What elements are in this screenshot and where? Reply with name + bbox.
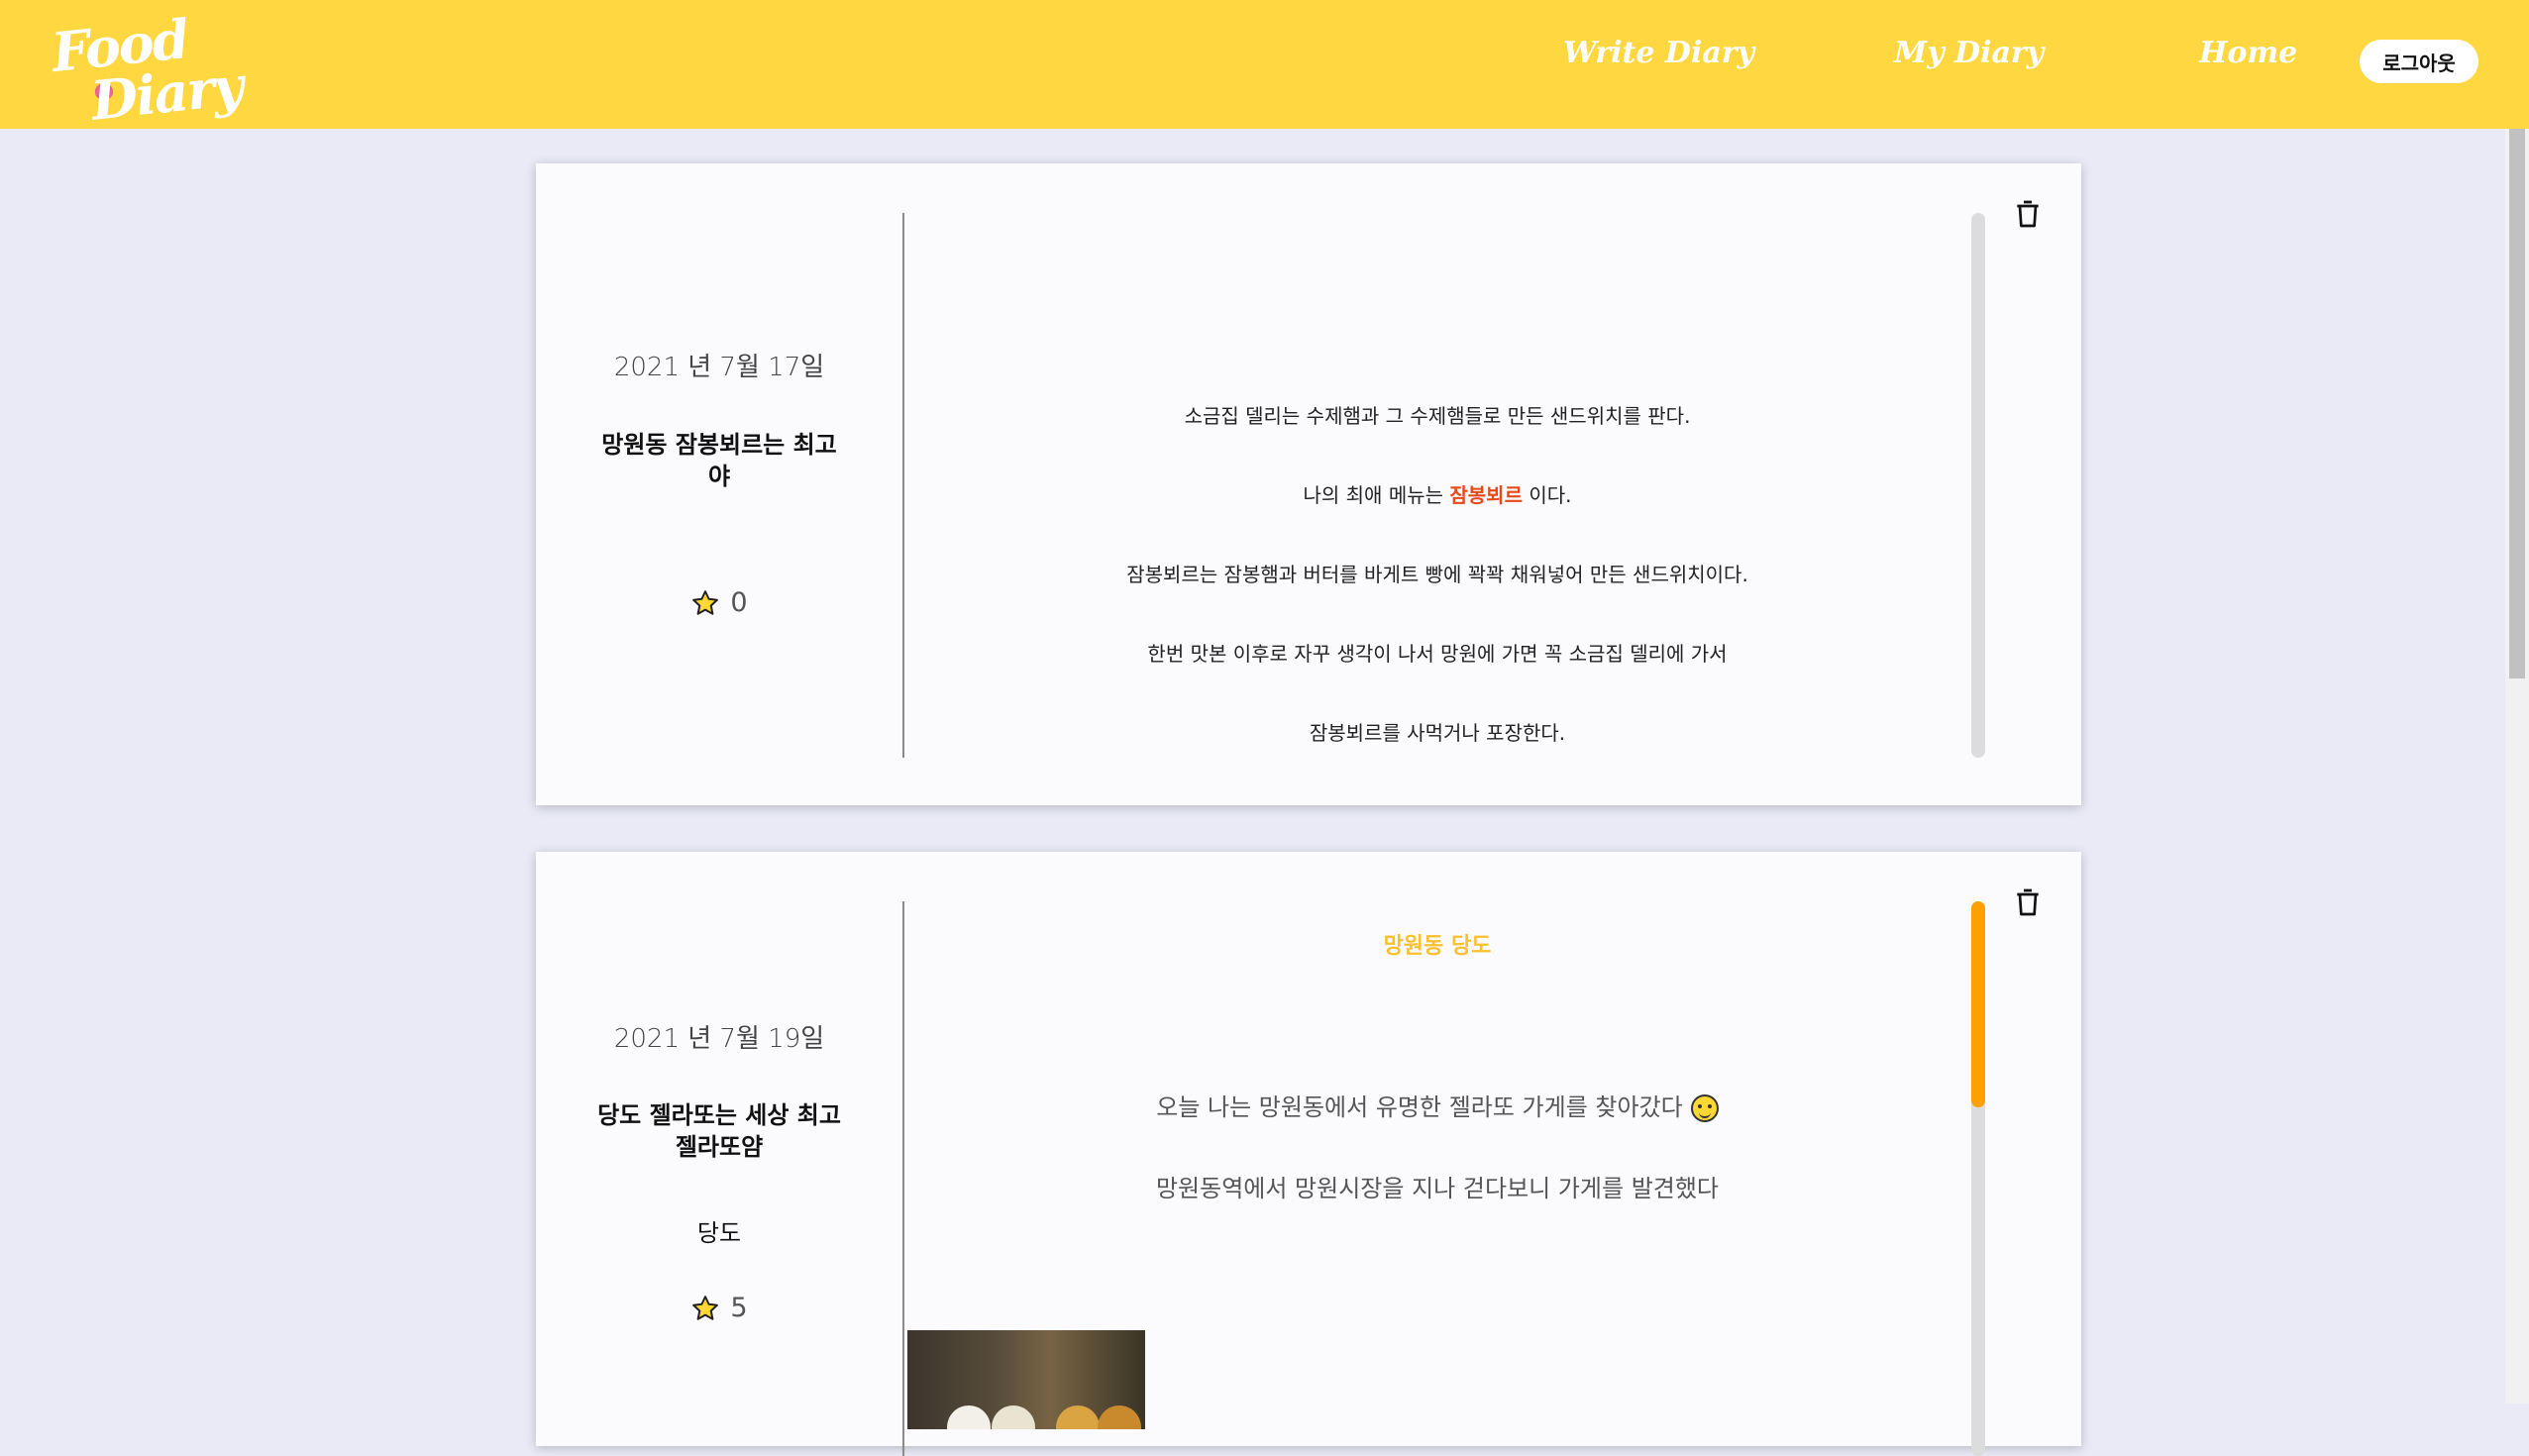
content-text: 이다. xyxy=(1522,483,1572,507)
food-diary-logo[interactable]: Food Diary xyxy=(48,7,245,133)
diary-date: 2021 년 7월 19일 xyxy=(613,1024,825,1054)
diary-place: 당도 xyxy=(696,1219,742,1247)
nav-home[interactable]: Home xyxy=(2199,36,2297,70)
content-scrollbar[interactable] xyxy=(1971,213,1985,758)
top-header: Food Diary Write Diary My Diary Home 로그아… xyxy=(0,0,2529,133)
page-scrollbar-thumb[interactable] xyxy=(2509,129,2525,678)
content-line: 망원동역에서 망원시장을 지나 걷다보니 가게를 발견했다 xyxy=(1155,1175,1720,1202)
diary-card: 2021 년 7월 17일 망원동 잠봉뵈르는 최고야 0 소금집 델리는 수제… xyxy=(536,163,2081,805)
rating-value: 5 xyxy=(730,1293,748,1323)
content-text: 나의 최애 메뉴는 xyxy=(1303,483,1450,507)
content-scrollbar[interactable] xyxy=(1971,901,1985,1456)
trash-icon[interactable] xyxy=(2012,197,2044,231)
diary-content: 소금집 델리는 수제햄과 그 수제햄들로 만든 샌드위치를 판다. 나의 최애 … xyxy=(907,376,1967,773)
content-line: 잠봉뵈르는 잠봉햄과 버터를 바게트 빵에 꽉꽉 채워넣어 만든 샌드위치이다. xyxy=(1126,563,1748,586)
content-line: 오늘 나는 망원동에서 유명한 젤라또 가게를 찾아갔다 xyxy=(907,1088,1967,1122)
nav-my-diary[interactable]: My Diary xyxy=(1894,36,2044,70)
diary-card: 2021 년 7월 19일 당도 젤라또는 세상 최고 젤라또얌 당도 5 망원… xyxy=(536,852,2081,1456)
star-icon xyxy=(692,589,719,615)
photo-detail xyxy=(992,1405,1035,1429)
logout-button[interactable]: 로그아웃 xyxy=(2360,40,2478,83)
photo-detail xyxy=(947,1405,991,1429)
highlighted-menu: 잠봉뵈르 xyxy=(1449,483,1523,507)
column-divider xyxy=(902,901,904,1456)
diary-title: 망원동 잠봉뵈르는 최고야 xyxy=(601,431,837,490)
star-icon xyxy=(692,1295,719,1320)
diary-title: 당도 젤라또는 세상 최고 젤라또얌 xyxy=(597,1101,841,1161)
photo-detail xyxy=(1056,1405,1100,1429)
diary-date: 2021 년 7월 17일 xyxy=(613,353,825,382)
content-line: 한번 맛본 이후로 자꾸 생각이 나서 망원에 가면 꼭 소금집 델리에 가서 xyxy=(1147,642,1728,666)
column-divider xyxy=(902,213,904,758)
trash-icon[interactable] xyxy=(2012,885,2044,919)
gelato-photo xyxy=(907,1330,1145,1429)
nav-write-diary[interactable]: Write Diary xyxy=(1563,36,1754,70)
diary-rating: 0 xyxy=(536,587,902,618)
page-scrollbar[interactable] xyxy=(2505,129,2529,1404)
content-line: 소금집 델리는 수제햄과 그 수제햄들로 만든 샌드위치를 판다. xyxy=(1184,404,1691,428)
content-line: 나의 최애 메뉴는 잠봉뵈르 이다. xyxy=(907,456,1967,535)
content-heading: 망원동 당도 xyxy=(1383,934,1492,959)
grinning-face-icon xyxy=(1690,1094,1719,1122)
photo-detail xyxy=(1098,1405,1141,1429)
rating-value: 0 xyxy=(730,587,748,618)
content-line: 잠봉뵈르를 사먹거나 포장한다. xyxy=(1309,721,1566,745)
scrollbar-thumb[interactable] xyxy=(1971,901,1985,1107)
content-text: 오늘 나는 망원동에서 유명한 젤라또 가게를 찾아갔다 xyxy=(1156,1093,1683,1121)
diary-rating: 5 xyxy=(536,1293,902,1323)
